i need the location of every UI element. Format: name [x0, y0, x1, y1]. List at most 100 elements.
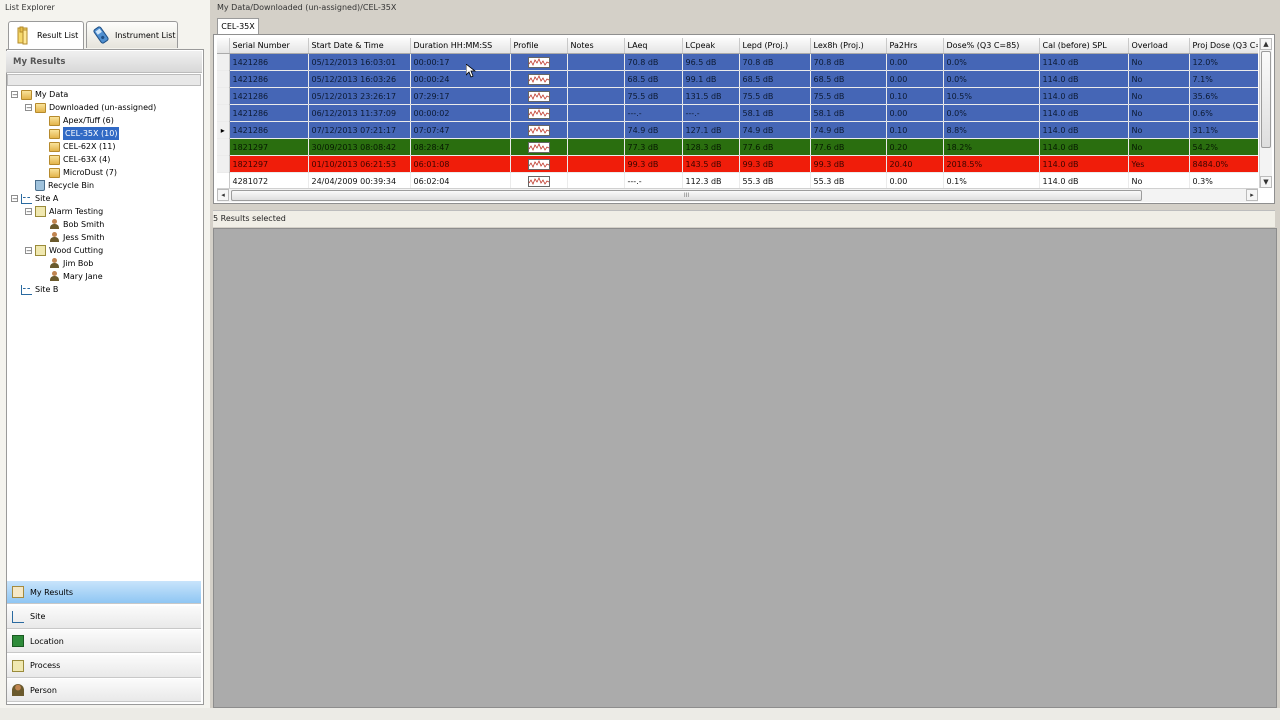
- table-cell[interactable]: 0.0%: [943, 70, 1040, 88]
- collapse-toggle-icon[interactable]: −: [25, 104, 32, 112]
- table-cell[interactable]: 114.0 dB: [1039, 121, 1129, 139]
- table-cell[interactable]: 0.20: [886, 138, 944, 156]
- table-cell[interactable]: 00:00:02: [410, 104, 511, 122]
- row-indicator[interactable]: [217, 138, 230, 156]
- table-cell[interactable]: 58.1 dB: [810, 104, 887, 122]
- table-cell[interactable]: 08:28:47: [410, 138, 511, 156]
- profile-cell[interactable]: [510, 172, 568, 190]
- profile-chart-icon[interactable]: [527, 56, 550, 68]
- collapse-toggle-icon[interactable]: −: [25, 247, 32, 255]
- table-cell[interactable]: No: [1128, 87, 1190, 105]
- tree-node[interactable]: Recycle Bin: [11, 179, 199, 192]
- table-cell[interactable]: 70.8 dB: [624, 53, 683, 71]
- table-cell[interactable]: 12.0%: [1189, 53, 1258, 71]
- table-cell[interactable]: 10.5%: [943, 87, 1040, 105]
- table-cell[interactable]: 68.5 dB: [810, 70, 887, 88]
- scroll-down-button[interactable]: ▼: [1260, 176, 1272, 188]
- row-indicator[interactable]: ▸: [217, 121, 230, 139]
- table-cell[interactable]: 0.10: [886, 87, 944, 105]
- table-cell[interactable]: 74.9 dB: [624, 121, 683, 139]
- table-cell[interactable]: 99.1 dB: [682, 70, 740, 88]
- table-row[interactable]: ▸ 1421286 07/12/2013 07:21:17 07:07:47 74.9 …: [217, 121, 1258, 139]
- column-header[interactable]: Lex8h (Proj.): [810, 38, 887, 54]
- tree-node[interactable]: − Site A: [11, 192, 199, 205]
- table-cell[interactable]: [567, 172, 625, 190]
- table-row[interactable]: 4281072 24/04/2009 00:39:34 06:02:04 ---.- 1…: [217, 172, 1258, 190]
- profile-chart-icon[interactable]: [527, 124, 550, 136]
- table-cell[interactable]: 75.5 dB: [810, 87, 887, 105]
- table-cell[interactable]: 55.3 dB: [810, 172, 887, 190]
- table-cell[interactable]: 0.00: [886, 172, 944, 190]
- tree-node[interactable]: Site B: [11, 283, 199, 296]
- tree-node[interactable]: MicroDust (7): [11, 166, 199, 179]
- tree-node[interactable]: − My Data: [11, 88, 199, 101]
- table-cell[interactable]: ---.-: [624, 104, 683, 122]
- profile-chart-icon[interactable]: [527, 73, 550, 85]
- scroll-right-button[interactable]: ▸: [1246, 189, 1258, 201]
- table-cell[interactable]: 75.5 dB: [739, 87, 811, 105]
- scroll-left-button[interactable]: ◂: [217, 189, 229, 201]
- row-indicator[interactable]: [217, 70, 230, 88]
- vertical-scroll-thumb[interactable]: [1261, 51, 1271, 148]
- table-cell[interactable]: 07/12/2013 07:21:17: [308, 121, 411, 139]
- table-cell[interactable]: 114.0 dB: [1039, 104, 1129, 122]
- table-cell[interactable]: ---.-: [624, 172, 683, 190]
- table-cell[interactable]: 77.3 dB: [624, 138, 683, 156]
- column-header[interactable]: Lepd (Proj.): [739, 38, 811, 54]
- nav-site-button[interactable]: Site: [7, 604, 201, 629]
- table-cell[interactable]: 0.0%: [943, 104, 1040, 122]
- table-cell[interactable]: 1821297: [229, 138, 309, 156]
- profile-cell[interactable]: [510, 70, 568, 88]
- table-cell[interactable]: 05/12/2013 16:03:26: [308, 70, 411, 88]
- tree-node[interactable]: Jess Smith: [11, 231, 199, 244]
- table-cell[interactable]: 131.5 dB: [682, 87, 740, 105]
- column-header[interactable]: Overload: [1128, 38, 1190, 54]
- table-cell[interactable]: 74.9 dB: [810, 121, 887, 139]
- tree-node[interactable]: CEL-35X (10): [11, 127, 199, 140]
- table-cell[interactable]: No: [1128, 70, 1190, 88]
- table-cell[interactable]: [567, 87, 625, 105]
- profile-chart-icon[interactable]: [527, 107, 550, 119]
- table-cell[interactable]: 8.8%: [943, 121, 1040, 139]
- nav-location-button[interactable]: Location: [7, 629, 201, 653]
- table-cell[interactable]: 70.8 dB: [810, 53, 887, 71]
- table-cell[interactable]: 1421286: [229, 87, 309, 105]
- table-cell[interactable]: 0.10: [886, 121, 944, 139]
- nav-person-button[interactable]: Person: [7, 678, 201, 702]
- tree-node[interactable]: CEL-63X (4): [11, 153, 199, 166]
- table-cell[interactable]: [567, 53, 625, 71]
- table-row[interactable]: 1421286 06/12/2013 11:37:09 00:00:02 ---.- -…: [217, 104, 1258, 122]
- table-cell[interactable]: 114.0 dB: [1039, 70, 1129, 88]
- tree-node[interactable]: Mary Jane: [11, 270, 199, 283]
- table-cell[interactable]: 1421286: [229, 121, 309, 139]
- table-cell[interactable]: 127.1 dB: [682, 121, 740, 139]
- collapse-toggle-icon[interactable]: −: [25, 208, 32, 216]
- table-cell[interactable]: 24/04/2009 00:39:34: [308, 172, 411, 190]
- column-header[interactable]: Duration HH:MM:SS: [410, 38, 511, 54]
- table-cell[interactable]: 55.3 dB: [739, 172, 811, 190]
- column-header[interactable]: Proj Dose (Q3 C=: [1189, 38, 1258, 54]
- table-cell[interactable]: 0.1%: [943, 172, 1040, 190]
- table-cell[interactable]: 54.2%: [1189, 138, 1258, 156]
- table-cell[interactable]: 06/12/2013 11:37:09: [308, 104, 411, 122]
- scroll-up-button[interactable]: ▲: [1260, 38, 1272, 50]
- table-cell[interactable]: 70.8 dB: [739, 53, 811, 71]
- table-cell[interactable]: No: [1128, 138, 1190, 156]
- table-cell[interactable]: 0.6%: [1189, 104, 1258, 122]
- table-cell[interactable]: No: [1128, 121, 1190, 139]
- horizontal-scrollbar[interactable]: ◂ III ▸: [217, 188, 1258, 202]
- row-indicator[interactable]: [217, 104, 230, 122]
- table-cell[interactable]: 00:00:24: [410, 70, 511, 88]
- table-cell[interactable]: [567, 121, 625, 139]
- table-cell[interactable]: No: [1128, 104, 1190, 122]
- table-cell[interactable]: 7.1%: [1189, 70, 1258, 88]
- table-cell[interactable]: 05/12/2013 23:26:17: [308, 87, 411, 105]
- table-cell[interactable]: 128.3 dB: [682, 138, 740, 156]
- table-cell[interactable]: Yes: [1128, 155, 1190, 173]
- table-cell[interactable]: 74.9 dB: [739, 121, 811, 139]
- column-header[interactable]: Pa2Hrs: [886, 38, 944, 54]
- table-cell[interactable]: 68.5 dB: [624, 70, 683, 88]
- table-cell[interactable]: 143.5 dB: [682, 155, 740, 173]
- collapse-toggle-icon[interactable]: −: [11, 91, 18, 99]
- nav-my-results-button[interactable]: My Results: [7, 580, 201, 604]
